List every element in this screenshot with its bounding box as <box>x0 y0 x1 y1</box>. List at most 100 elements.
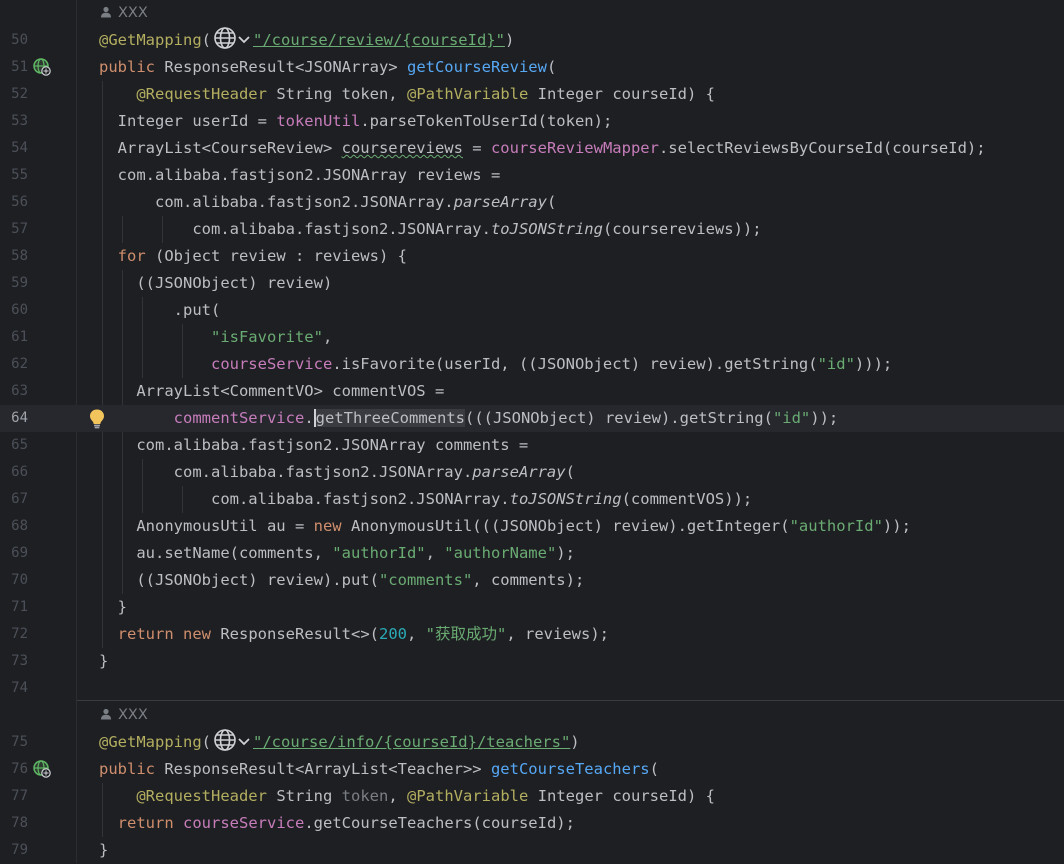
code-token: AnonymousUtil au = <box>136 517 314 535</box>
code-line[interactable]: 55 com.alibaba.fastjson2.JSONArray revie… <box>0 162 1064 189</box>
code-token: String token, <box>276 85 398 103</box>
code-line[interactable]: 75 @GetMapping("/course/info/{courseId}/… <box>0 729 1064 756</box>
code-token: , <box>322 328 333 346</box>
endpoint-globe-inlay[interactable] <box>211 729 253 758</box>
code-line[interactable]: 58 for (Object review : reviews) { <box>0 243 1064 270</box>
code-line[interactable]: 79 } <box>0 837 1064 864</box>
code-token: com.alibaba.fastjson2.JSONArray. <box>192 220 491 238</box>
line-number: 56 <box>11 194 28 210</box>
code-token[interactable]: "/course/review/{courseId}" <box>253 31 505 49</box>
method-separator <box>77 700 1064 701</box>
code-line[interactable]: 74 <box>0 675 1064 702</box>
line-number: 71 <box>11 599 28 615</box>
line-number: 69 <box>11 545 28 561</box>
code-token: public <box>99 58 155 76</box>
code-token: parseArray <box>453 193 547 211</box>
code-token: (Object review : reviews) { <box>145 247 407 265</box>
code-line[interactable]: 52 @RequestHeader String token, @PathVar… <box>0 81 1064 108</box>
code-line[interactable]: 54 ArrayList<CourseReview> coursereviews… <box>0 135 1064 162</box>
code-line[interactable]: 61 "isFavorite", <box>0 324 1064 351</box>
code-token: ) <box>570 733 580 751</box>
run-endpoint-globe-icon[interactable] <box>33 760 51 778</box>
code-editor[interactable]: XXX 50 @GetMapping("/course/review/{cour… <box>0 0 1064 863</box>
code-token: ))); <box>854 355 893 373</box>
code-token: com.alibaba.fastjson2.JSONArray. <box>173 463 473 481</box>
code-line[interactable]: 53 Integer userId = tokenUtil.parseToken… <box>0 108 1064 135</box>
code-token: "获取成功" <box>425 625 507 643</box>
run-endpoint-globe-icon[interactable] <box>33 58 51 76</box>
code-line[interactable]: 68 AnonymousUtil au = new AnonymousUtil(… <box>0 513 1064 540</box>
code-token: )); <box>882 517 911 535</box>
code-token: au.setName(comments, <box>136 544 333 562</box>
code-line[interactable]: 69 au.setName(comments, "authorId", "aut… <box>0 540 1064 567</box>
code-token: .selectReviewsByCourseId(courseId); <box>658 139 986 157</box>
line-number: 79 <box>11 842 28 858</box>
line-number: 62 <box>11 356 28 372</box>
code-token: parseArray <box>472 463 566 481</box>
code-line[interactable]: 51 public ResponseResult<JSONArray> getC… <box>0 54 1064 81</box>
endpoint-globe-inlay[interactable] <box>211 27 253 53</box>
code-line[interactable]: 56 com.alibaba.fastjson2.JSONArray.parse… <box>0 189 1064 216</box>
line-number: 55 <box>11 167 28 183</box>
code-token: return <box>117 814 174 832</box>
line-number: 60 <box>11 302 28 318</box>
code-line[interactable]: 71 } <box>0 594 1064 621</box>
line-number: 72 <box>11 626 28 642</box>
person-icon <box>100 1 114 28</box>
code-token: @RequestHeader <box>136 787 267 805</box>
code-line[interactable]: 63 ArrayList<CommentVO> commentVOS = <box>0 378 1064 405</box>
code-token: token <box>341 787 389 805</box>
author-hint[interactable]: XXX <box>100 0 148 28</box>
code-line[interactable]: 73 } <box>0 648 1064 675</box>
line-number: 73 <box>11 653 28 669</box>
code-token: new <box>313 517 342 535</box>
code-line[interactable]: 62 courseService.isFavorite(userId, ((JS… <box>0 351 1064 378</box>
code-line[interactable]: 65 com.alibaba.fastjson2.JSONArray comme… <box>0 432 1064 459</box>
code-token: com.alibaba.fastjson2.JSONArray. <box>210 490 510 508</box>
code-token: } <box>99 652 109 670</box>
code-token: @PathVariable <box>407 85 529 103</box>
code-token: return <box>117 625 174 643</box>
code-line[interactable]: 76 public ResponseResult<ArrayList<Teach… <box>0 756 1064 783</box>
code-token: ( <box>546 193 557 211</box>
code-token: "authorId" <box>789 517 883 535</box>
code-token: @GetMapping <box>99 733 202 751</box>
code-token: "id" <box>817 355 855 373</box>
line-number: 70 <box>11 572 28 588</box>
code-token: ArrayList<CourseReview> <box>117 139 342 157</box>
code-line[interactable]: 60 .put( <box>0 297 1064 324</box>
code-line[interactable]: 78 return courseService.getCourseTeacher… <box>0 810 1064 837</box>
code-line[interactable]: 57 com.alibaba.fastjson2.JSONArray.toJSO… <box>0 216 1064 243</box>
line-number: 63 <box>11 383 28 399</box>
code-line[interactable]: 66 com.alibaba.fastjson2.JSONArray.parse… <box>0 459 1064 486</box>
line-number: 78 <box>11 815 28 831</box>
code-token: "id" <box>772 409 811 427</box>
line-number: 66 <box>11 464 28 480</box>
code-line[interactable]: 67 com.alibaba.fastjson2.JSONArray.toJSO… <box>0 486 1064 513</box>
author-name: XXX <box>118 707 148 723</box>
line-number: 65 <box>11 437 28 453</box>
code-token: )); <box>810 409 839 427</box>
code-line[interactable]: 77 @RequestHeader String token, @PathVar… <box>0 783 1064 810</box>
code-line-current[interactable]: 64 commentService. getThreeComments(((JSO… <box>0 405 1064 432</box>
code-token: ( <box>201 31 211 49</box>
chevron-down-icon <box>237 731 251 758</box>
author-hint[interactable]: XXX <box>100 702 148 730</box>
code-token: "authorName" <box>444 544 557 562</box>
code-token: ArrayList<CommentVO> commentVOS = <box>136 382 445 400</box>
code-token: = <box>462 139 491 157</box>
line-number: 57 <box>11 221 28 237</box>
code-token: public <box>99 760 155 778</box>
line-number: 77 <box>11 788 28 804</box>
code-token: ((JSONObject) review).put( <box>136 571 379 589</box>
text-caret: g <box>313 409 325 427</box>
line-number: 54 <box>11 140 28 156</box>
code-token: new <box>183 625 212 643</box>
code-token: ResponseResult<ArrayList<Teacher>> <box>164 760 482 778</box>
code-line[interactable]: 50 @GetMapping("/course/review/{courseId… <box>0 27 1064 54</box>
code-line[interactable]: 70 ((JSONObject) review).put("comments",… <box>0 567 1064 594</box>
code-line[interactable]: 72 return new ResponseResult<>(200, "获取成… <box>0 621 1064 648</box>
code-token[interactable]: "/course/info/{courseId}/teachers" <box>253 733 570 751</box>
code-token: , <box>388 787 398 805</box>
code-line[interactable]: 59 ((JSONObject) review) <box>0 270 1064 297</box>
